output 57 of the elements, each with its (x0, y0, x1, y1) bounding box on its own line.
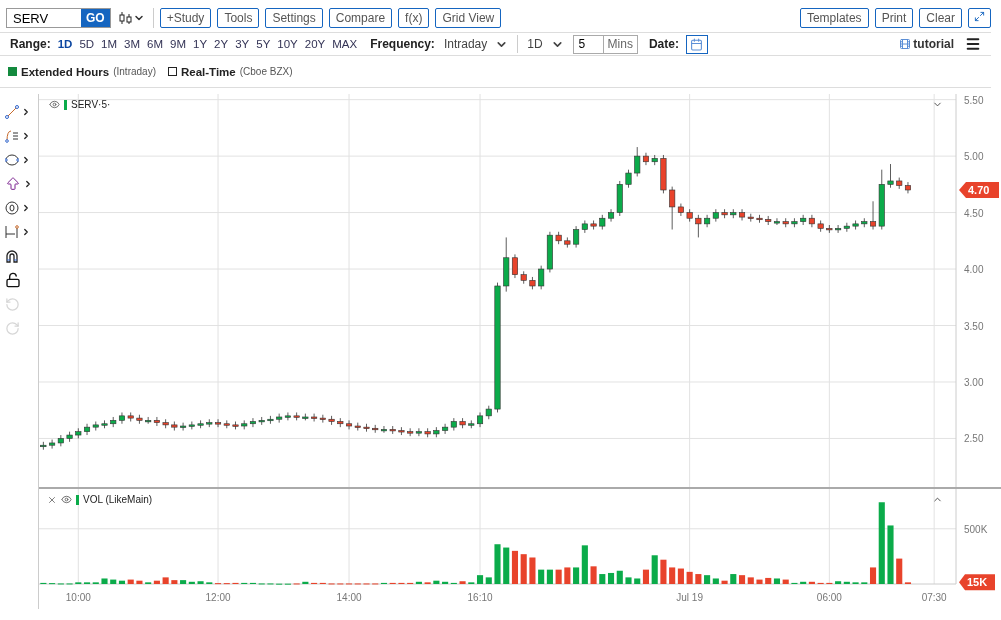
time-axis-label: 14:00 (336, 592, 362, 603)
option-note: (Intraday) (113, 66, 156, 77)
option-note: (Cboe BZX) (239, 66, 293, 77)
toolbar-button[interactable]: f(x) (398, 8, 430, 28)
time-axis-label: 07:30 (921, 592, 947, 603)
toolbar-button[interactable]: Compare (328, 8, 393, 28)
period-select[interactable]: 1D (525, 37, 566, 51)
toolbar-button[interactable]: Clear (919, 8, 962, 28)
price-axis-label: 3.00 (964, 376, 984, 388)
volume-axis-label: 500K (964, 523, 988, 535)
range-link[interactable]: 1D (57, 38, 73, 50)
range-link[interactable]: 20Y (304, 38, 326, 50)
date-label: Date: (648, 37, 679, 51)
range-label: Range: (10, 37, 51, 51)
price-axis-label: 4.00 (964, 264, 984, 276)
range-link[interactable]: 1Y (193, 38, 208, 50)
frequency-label: Frequency: (370, 37, 435, 51)
last-volume-tag: 15K (959, 574, 995, 591)
volume-legend: VOL (LikeMain) (83, 494, 153, 505)
range-link[interactable]: 3M (124, 38, 141, 50)
range-link[interactable]: 1M (101, 38, 118, 50)
frequency-select[interactable]: Intraday (441, 37, 511, 51)
last-price-tag: 4.70 (959, 182, 999, 198)
range-link[interactable]: 3Y (235, 38, 250, 50)
option-label: Extended Hours (21, 65, 110, 78)
toolbar-button[interactable]: Print (874, 8, 914, 28)
time-axis-label: Jul 19 (676, 592, 703, 603)
time-axis-label: 10:00 (65, 592, 91, 603)
interval-field[interactable]: 5 Mins (572, 34, 638, 54)
range-link[interactable]: 6M (147, 38, 164, 50)
series-legend: SERV·5· (71, 99, 111, 110)
price-axis-label: 2.50 (964, 433, 984, 445)
tutorial-link[interactable]: tutorial (899, 37, 954, 51)
toolbar-button[interactable]: +Study (159, 8, 212, 28)
range-link[interactable]: 10Y (277, 38, 298, 50)
toolbar-button[interactable]: Tools (217, 8, 260, 28)
price-axis-label: 3.50 (964, 320, 984, 332)
go-button[interactable]: GO (81, 9, 110, 27)
symbol-field[interactable]: SERV GO (6, 8, 111, 28)
time-axis-label: 16:10 (467, 592, 493, 603)
range-link[interactable]: MAX (332, 38, 358, 50)
toolbar-button[interactable]: Settings (265, 8, 323, 28)
price-axis-label: 4.50 (964, 207, 984, 219)
option-checkbox[interactable]: Extended Hours (Intraday) (8, 65, 156, 78)
option-checkbox[interactable]: Real-Time (Cboe BZX) (168, 65, 293, 78)
toolbar-button[interactable]: Templates (799, 8, 869, 28)
time-axis-label: 06:00 (816, 592, 842, 603)
toolbar-button[interactable]: Grid View (435, 8, 502, 28)
price-axis-label: 5.00 (964, 151, 984, 163)
time-axis-label: 12:00 (205, 592, 231, 603)
range-link[interactable]: 9M (170, 38, 186, 50)
range-link[interactable]: 2Y (214, 38, 229, 50)
range-link[interactable]: 5Y (256, 38, 271, 50)
interval-unit: Mins (606, 35, 634, 53)
price-axis-label: 5.50 (964, 94, 984, 106)
option-label: Real-Time (181, 65, 236, 78)
range-link[interactable]: 5D (79, 38, 95, 50)
